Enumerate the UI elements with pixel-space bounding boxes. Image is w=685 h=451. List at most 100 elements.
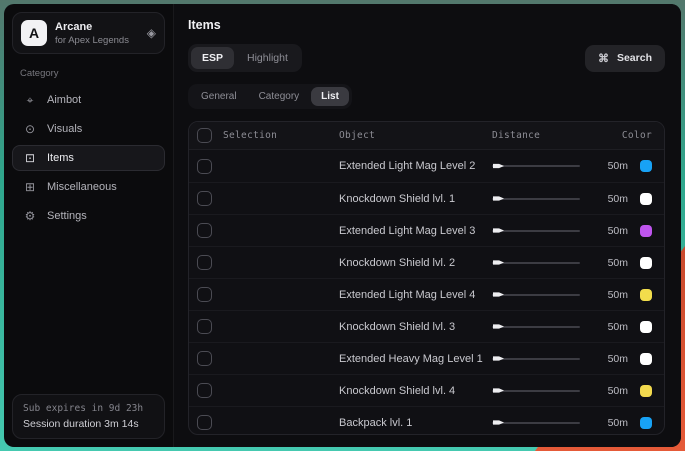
distance-cell [492,384,588,398]
app-subtitle: for Apex Legends [55,35,129,46]
color-swatch[interactable] [640,257,652,269]
slider-track [492,390,580,392]
table-row: Knockdown Shield lvl. 4 50m [189,374,664,406]
color-cell [640,417,652,429]
mode-tab[interactable]: Highlight [236,47,299,69]
distance-cell [492,352,588,366]
distance-slider[interactable] [492,256,580,270]
slider-thumb[interactable] [493,388,504,394]
slider-thumb[interactable] [493,260,504,266]
row-checkbox[interactable] [197,159,212,174]
object-name: Extended Light Mag Level 4 [339,289,492,301]
slider-track [492,262,580,264]
main-panel: Items ESPHighlight ⌘ Search GeneralCateg… [174,4,681,447]
slider-track [492,230,580,232]
row-checkbox[interactable] [197,255,212,270]
column-selection: Selection [223,130,339,141]
table-header: Selection Object Distance Color [189,122,664,150]
mode-tab[interactable]: ESP [191,47,234,69]
row-checkbox[interactable] [197,287,212,302]
distance-slider[interactable] [492,288,580,302]
object-name: Backpack lvl. 1 [339,417,492,429]
sidebar-item-label: Items [47,152,74,164]
slider-track [492,198,580,200]
category-label: Category [20,68,157,79]
category-nav: ⌖ Aimbot ⊙ Visuals ⊡ Items ⊞ Miscellaneo… [12,87,165,232]
gear-icon: ⚙ [23,209,37,223]
object-name: Knockdown Shield lvl. 4 [339,385,492,397]
distance-slider[interactable] [492,224,580,238]
color-swatch[interactable] [640,385,652,397]
object-name: Knockdown Shield lvl. 1 [339,193,492,205]
table-row: Knockdown Shield lvl. 1 50m [189,182,664,214]
color-swatch[interactable] [640,353,652,365]
distance-cell [492,288,588,302]
slider-thumb[interactable] [493,324,504,330]
slider-thumb[interactable] [493,196,504,202]
slider-track [492,165,580,167]
search-button[interactable]: ⌘ Search [585,45,665,72]
sidebar-item-label: Settings [47,210,87,222]
distance-slider[interactable] [492,384,580,398]
row-checkbox[interactable] [197,383,212,398]
color-cell [640,289,652,301]
row-checkbox[interactable] [197,191,212,206]
color-cell [640,160,652,172]
distance-slider[interactable] [492,352,580,366]
color-swatch[interactable] [640,417,652,429]
controls-row: ESPHighlight ⌘ Search [188,44,665,72]
distance-value: 50m [608,385,628,397]
slider-track [492,358,580,360]
sidebar-item[interactable]: ⊙ Visuals [12,116,165,142]
row-checkbox[interactable] [197,223,212,238]
view-tab[interactable]: General [191,87,247,106]
slider-thumb[interactable] [493,228,504,234]
object-name: Knockdown Shield lvl. 3 [339,321,492,333]
color-swatch[interactable] [640,160,652,172]
color-swatch[interactable] [640,225,652,237]
slider-thumb[interactable] [493,356,504,362]
sidebar-item[interactable]: ⊡ Items [12,145,165,171]
select-all-checkbox[interactable] [197,128,212,143]
scan-eye-icon: ⊙ [23,122,37,136]
distance-cell [492,224,588,238]
table-row: Knockdown Shield lvl. 3 50m [189,310,664,342]
view-tab[interactable]: Category [249,87,310,106]
column-distance: Distance [492,130,588,141]
slider-track [492,294,580,296]
distance-slider[interactable] [492,416,580,430]
color-swatch[interactable] [640,193,652,205]
distance-slider[interactable] [492,159,580,173]
row-checkbox[interactable] [197,351,212,366]
sub-expiry-text: Sub expires in 9d 23h [23,403,154,414]
distance-slider[interactable] [492,320,580,334]
distance-value: 50m [608,289,628,301]
row-checkbox[interactable] [197,415,212,430]
view-tab[interactable]: List [311,87,349,106]
color-cell [640,385,652,397]
distance-value: 50m [608,321,628,333]
distance-cell [492,320,588,334]
row-checkbox[interactable] [197,319,212,334]
sidebar-item[interactable]: ⌖ Aimbot [12,87,165,113]
app-header-card: A Arcane for Apex Legends ◈ [12,12,165,54]
slider-thumb[interactable] [493,292,504,298]
sidebar-item-label: Visuals [47,123,82,135]
package-icon: ⊡ [23,151,37,165]
app-window: A Arcane for Apex Legends ◈ Category ⌖ A… [4,4,681,447]
pin-icon[interactable]: ◈ [147,26,156,40]
color-swatch[interactable] [640,321,652,333]
sidebar-item[interactable]: ⊞ Miscellaneous [12,174,165,200]
search-button-label: Search [617,52,652,64]
distance-slider[interactable] [492,192,580,206]
distance-cell [492,416,588,430]
table-row: Knockdown Shield lvl. 2 50m [189,246,664,278]
distance-value: 50m [608,353,628,365]
app-logo: A [21,20,47,46]
slider-thumb[interactable] [493,163,504,169]
sidebar: A Arcane for Apex Legends ◈ Category ⌖ A… [4,4,174,447]
sidebar-item[interactable]: ⚙ Settings [12,203,165,229]
color-swatch[interactable] [640,289,652,301]
slider-thumb[interactable] [493,420,504,426]
distance-cell [492,192,588,206]
